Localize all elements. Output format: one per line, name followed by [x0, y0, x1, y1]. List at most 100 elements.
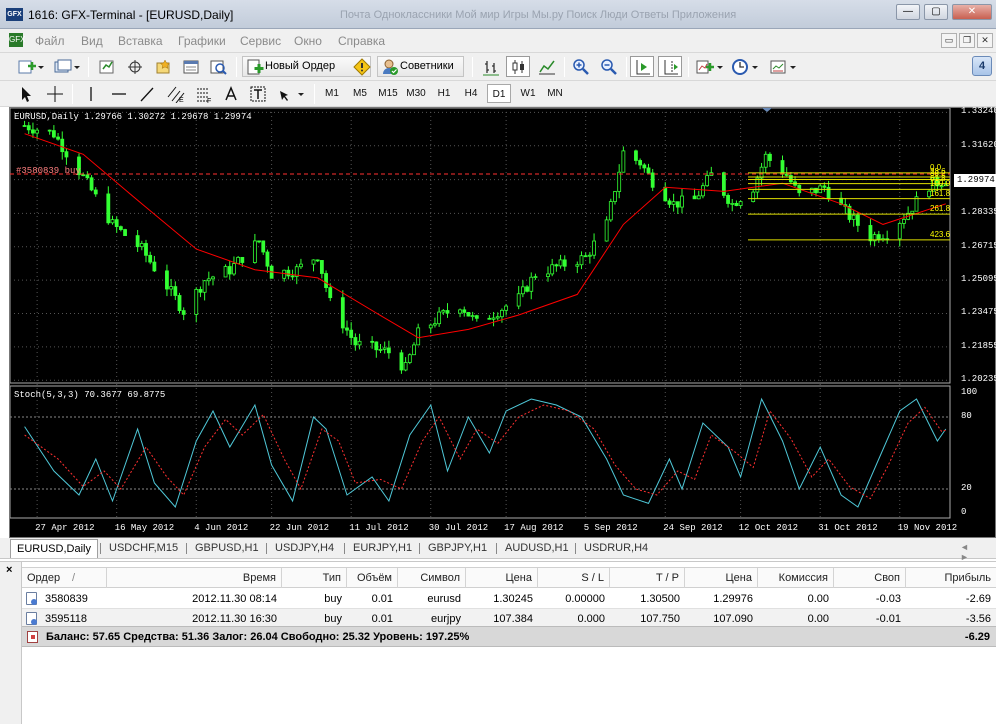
timeframe-m15[interactable]: M15: [374, 84, 402, 103]
auto-scroll-button[interactable]: [630, 56, 654, 77]
text-label-button[interactable]: [246, 83, 268, 104]
notification-badge-icon[interactable]: 4: [972, 56, 992, 76]
templates-button[interactable]: [766, 56, 800, 77]
equidistant-channel-button[interactable]: E: [162, 83, 186, 104]
cell-time: 2012.11.30 08:14: [192, 593, 277, 605]
chart-tab[interactable]: EURUSD,Daily: [10, 539, 98, 558]
candle-body: [579, 255, 584, 266]
menu-window[interactable]: Окно: [294, 34, 322, 48]
horizontal-line-button[interactable]: [106, 83, 130, 104]
fibonacci-button[interactable]: F: [190, 83, 214, 104]
minimize-button[interactable]: —: [896, 4, 920, 20]
column-header-tp[interactable]: T / P: [610, 568, 685, 588]
menu-tools[interactable]: Сервис: [240, 34, 281, 48]
terminal-button[interactable]: [178, 56, 202, 77]
data-window-button[interactable]: [122, 56, 146, 77]
column-header-profit[interactable]: Прибыль: [906, 568, 996, 588]
price-chart[interactable]: [10, 108, 995, 537]
chart-tab[interactable]: USDRUR,H4: [578, 539, 654, 558]
column-header-sl[interactable]: S / L: [538, 568, 610, 588]
menu-view[interactable]: Вид: [81, 34, 103, 48]
line-chart-button[interactable]: [534, 56, 558, 77]
menu-charts[interactable]: Графики: [178, 34, 226, 48]
chart-tab[interactable]: GBPUSD,H1: [189, 539, 265, 558]
terminal-close-icon[interactable]: ×: [6, 564, 12, 576]
cell-sl: 0.00000: [565, 593, 605, 605]
chart-tab[interactable]: USDJPY,H4: [269, 539, 340, 558]
chart-shift-button[interactable]: [658, 56, 682, 77]
toolbar-separator: [688, 57, 689, 77]
expert-advisors-icon: [383, 59, 398, 75]
stochastic-pane-frame: [10, 385, 951, 519]
chart-window[interactable]: EURUSD,Daily 1.29766 1.30272 1.29678 1.2…: [9, 106, 996, 538]
chart-tab[interactable]: EURJPY,H1: [347, 539, 418, 558]
trendline-button[interactable]: [134, 83, 158, 104]
candle-body: [491, 317, 496, 320]
chart-tab[interactable]: USDCHF,M15: [103, 539, 184, 558]
chart-info-label: EURUSD,Daily 1.29766 1.30272 1.29678 1.2…: [14, 112, 252, 122]
profiles-button[interactable]: [50, 56, 82, 77]
timeframe-w1[interactable]: W1: [516, 84, 540, 103]
cursor-tool-button[interactable]: [14, 83, 38, 104]
column-header-swap[interactable]: Своп: [834, 568, 906, 588]
autotrading-warning-button[interactable]: [349, 56, 373, 77]
mdi-restore-button[interactable]: ❐: [959, 33, 975, 48]
vertical-line-button[interactable]: [78, 83, 102, 104]
timeframe-h1[interactable]: H1: [432, 84, 456, 103]
timeframe-m5[interactable]: M5: [348, 84, 372, 103]
price-tick-label: 1.23475: [961, 307, 996, 318]
navigator-button[interactable]: [150, 56, 174, 77]
mdi-minimize-button[interactable]: ▭: [941, 33, 957, 48]
arrows-dropdown-button[interactable]: [274, 83, 306, 104]
candle-body: [282, 269, 287, 279]
candle-body: [328, 287, 333, 299]
column-header-volume[interactable]: Объём: [347, 568, 398, 588]
toolbar-separator: [564, 57, 565, 77]
document-icon[interactable]: GFX: [9, 33, 25, 47]
column-header-current-price[interactable]: Цена: [685, 568, 758, 588]
candle-body: [315, 259, 320, 262]
mdi-close-button[interactable]: ✕: [977, 33, 993, 48]
timeframe-m30[interactable]: M30: [402, 84, 430, 103]
candle-body: [462, 309, 467, 313]
column-header-symbol[interactable]: Символ: [398, 568, 466, 588]
timeframe-h4[interactable]: H4: [459, 84, 483, 103]
expert-advisors-button[interactable]: Советники: [377, 56, 464, 77]
close-window-button[interactable]: ✕: [952, 4, 992, 20]
timeframe-m1[interactable]: M1: [320, 84, 344, 103]
zoom-out-button[interactable]: [596, 56, 620, 77]
chart-tab[interactable]: AUDUSD,H1: [499, 539, 575, 558]
candlestick-chart-button[interactable]: [506, 56, 530, 77]
column-header-commission[interactable]: Комиссия: [758, 568, 834, 588]
menu-help[interactable]: Справка: [338, 34, 385, 48]
chart-tab[interactable]: GBPJPY,H1: [422, 539, 493, 558]
periods-button[interactable]: [728, 56, 762, 77]
timeframe-mn[interactable]: MN: [542, 84, 568, 103]
column-header-type[interactable]: Тип: [282, 568, 347, 588]
menu-file[interactable]: Файл: [35, 34, 65, 48]
bar-chart-button[interactable]: [478, 56, 502, 77]
market-watch-button[interactable]: [94, 56, 118, 77]
order-row[interactable]: 3580839 2012.11.30 08:14 buy 0.01 eurusd 1.30…: [22, 589, 996, 609]
crosshair-tool-button[interactable]: [42, 83, 66, 104]
tab-separator: [575, 543, 576, 554]
candle-body: [403, 362, 408, 371]
tab-scroll-arrows[interactable]: ◄ ►: [960, 542, 996, 562]
indicators-button[interactable]: [692, 56, 726, 77]
candle-body: [236, 256, 241, 265]
stochastic-tick-label: 80: [961, 411, 972, 421]
maximize-button[interactable]: ▢: [924, 4, 948, 20]
text-tool-button[interactable]: [218, 83, 240, 104]
column-header-order[interactable]: Ордер /: [22, 568, 107, 588]
order-document-icon: [26, 612, 37, 625]
new-chart-button[interactable]: [14, 56, 46, 77]
column-header-time[interactable]: Время: [107, 568, 282, 588]
strategy-tester-button[interactable]: [206, 56, 230, 77]
zoom-in-button[interactable]: [568, 56, 592, 77]
candle-body: [374, 341, 379, 351]
column-header-price[interactable]: Цена: [466, 568, 538, 588]
menu-insert[interactable]: Вставка: [118, 34, 163, 48]
timeframe-d1[interactable]: D1: [487, 84, 511, 103]
candle-body: [554, 264, 559, 267]
candle-body: [433, 323, 437, 326]
